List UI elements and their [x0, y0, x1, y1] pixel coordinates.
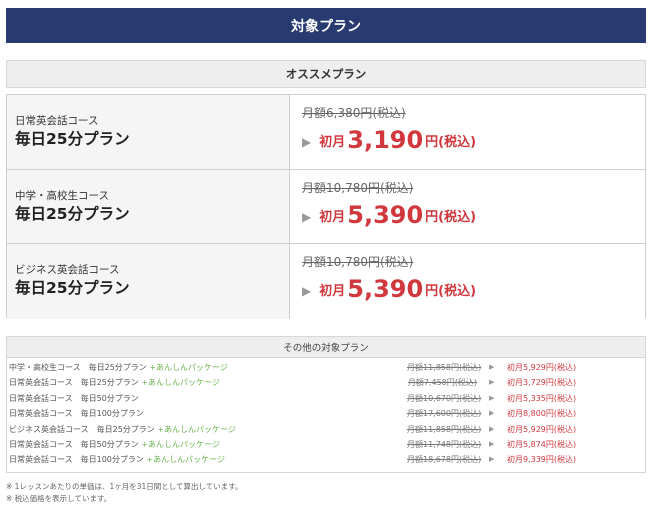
footnote: ※ 1レッスンあたりの単価は、1ヶ月を31日間として算出しています。	[6, 482, 243, 491]
page-header: 対象プラン	[6, 8, 646, 43]
other-plan-name: 日常英会話コース 毎日100分プラン	[9, 409, 144, 419]
other-plan-first-month-price: 初月3,729円(税込)	[507, 378, 577, 388]
other-plan-row: 中学・高校生コース 毎日25分プラン +あんしんパッケージ 月額11,858円(…	[7, 360, 645, 375]
triangle-right-icon: ▶	[489, 455, 495, 464]
other-plan-first-month-price: 初月5,929円(税込)	[507, 424, 577, 434]
triangle-right-icon: ▶	[489, 409, 495, 418]
other-plan-first-month-price: 初月8,800円(税込)	[507, 409, 577, 419]
other-plan-course: 日常英会話コース 毎日25分プラン +あんしんパッケージ	[9, 375, 220, 390]
triangle-right-icon: ▶	[489, 378, 495, 387]
recommended-plan-row: ビジネス英会話コース 毎日25分プラン 月額10,780円(税込) ▶ 初月 5…	[7, 244, 645, 319]
package-addon: +あんしんパッケージ	[157, 424, 236, 434]
other-plan-regular-price: 月額11,858円(税込)	[407, 424, 482, 434]
first-month-label: 初月	[319, 135, 346, 150]
other-plan-row: 日常英会話コース 毎日100分プラン 月額17,600円(税込) ▶ 初月8,8…	[7, 406, 645, 421]
first-month-offer: ▶ 初月 5,390 円(税込)	[302, 273, 645, 303]
other-plan-row: 日常英会話コース 毎日25分プラン +あんしんパッケージ 月額7,458円(税込…	[7, 375, 645, 390]
triangle-right-icon: ▶	[302, 135, 312, 149]
other-plan-course: 日常英会話コース 毎日100分プラン	[9, 406, 144, 421]
triangle-right-icon: ▶	[489, 424, 495, 433]
other-plan-row: 日常英会話コース 毎日100分プラン +あんしんパッケージ 月額18,678円(…	[7, 452, 645, 467]
course-name: 日常英会話コース	[15, 115, 99, 127]
regular-price: 月額6,380円(税込)	[302, 106, 406, 120]
other-plan-name: 中学・高校生コース 毎日25分プラン	[9, 363, 147, 372]
other-plan-row: 日常英会話コース 毎日50分プラン +あんしんパッケージ 月額11,748円(税…	[7, 437, 645, 452]
triangle-right-icon: ▶	[302, 284, 312, 299]
triangle-right-icon: ▶	[489, 363, 495, 371]
price-cell: 月額6,380円(税込) ▶ 初月 3,190 円(税込)	[290, 95, 645, 169]
other-plan-regular-price: 月額7,458円(税込)	[407, 378, 477, 388]
other-plan-name: ビジネス英会話コース 毎日25分プラン	[9, 424, 155, 434]
recommended-plan-row: 中学・高校生コース 毎日25分プラン 月額10,780円(税込) ▶ 初月 5,…	[7, 169, 645, 245]
package-addon: +あんしんパッケージ	[149, 363, 228, 372]
other-plan-name: 日常英会話コース 毎日50分プラン	[9, 439, 139, 449]
recommended-plan-title: オススメプラン	[285, 67, 367, 81]
other-plan-regular-price: 月額11,858円(税込)	[407, 363, 482, 372]
triangle-right-icon: ▶	[302, 209, 312, 224]
plan-info-cell: 中学・高校生コース 毎日25分プラン	[7, 169, 290, 244]
other-plan-regular-price: 月額10,670円(税込)	[407, 393, 482, 403]
other-plan-regular-price: 月額11,748円(税込)	[407, 439, 482, 449]
other-plan-regular-price: 月額18,678円(税込)	[407, 455, 482, 465]
regular-price: 月額10,780円(税込)	[302, 255, 414, 270]
triangle-right-icon: ▶	[489, 439, 495, 448]
first-month-unit: 円(税込)	[425, 209, 477, 225]
other-plan-course: ビジネス英会話コース 毎日25分プラン +あんしんパッケージ	[9, 422, 236, 437]
course-name: ビジネス英会話コース	[15, 264, 120, 277]
package-addon: +あんしんパッケージ	[141, 378, 220, 388]
plan-info-cell: 日常英会話コース 毎日25分プラン	[7, 95, 290, 169]
other-plan-name: 日常英会話コース 毎日25分プラン	[9, 378, 139, 388]
price-cell: 月額10,780円(税込) ▶ 初月 5,390 円(税込)	[290, 244, 645, 319]
other-plan-course: 日常英会話コース 毎日100分プラン +あんしんパッケージ	[9, 452, 225, 467]
other-plan-first-month-price: 初月9,339円(税込)	[507, 455, 577, 465]
first-month-unit: 円(税込)	[425, 284, 477, 300]
footnote: ※ 税込価格を表示しています。	[6, 494, 112, 503]
first-month-label: 初月	[319, 209, 346, 225]
triangle-right-icon: ▶	[489, 393, 495, 402]
other-plan-course: 日常英会話コース 毎日50分プラン	[9, 391, 139, 406]
other-plans-list: 中学・高校生コース 毎日25分プラン +あんしんパッケージ 月額11,858円(…	[6, 358, 646, 473]
plan-info-cell: ビジネス英会話コース 毎日25分プラン	[7, 244, 290, 319]
other-plan-course: 日常英会話コース 毎日50分プラン +あんしんパッケージ	[9, 437, 220, 452]
other-plan-first-month-price: 初月5,335円(税込)	[507, 393, 577, 403]
first-month-label: 初月	[319, 284, 346, 300]
plan-name: 毎日25分プラン	[15, 130, 130, 148]
other-plan-first-month-price: 初月5,929円(税込)	[507, 363, 577, 372]
other-plan-name: 日常英会話コース 毎日100分プラン	[9, 455, 144, 465]
other-plan-row: ビジネス英会話コース 毎日25分プラン +あんしんパッケージ 月額11,858円…	[7, 422, 645, 437]
recommended-plan-heading: オススメプラン	[6, 60, 646, 88]
other-plan-name: 日常英会話コース 毎日50分プラン	[9, 393, 139, 403]
regular-price: 月額10,780円(税込)	[302, 180, 414, 195]
plan-name: 毎日25分プラン	[15, 279, 130, 298]
recommended-plan-table: 日常英会話コース 毎日25分プラン 月額6,380円(税込) ▶ 初月 3,19…	[6, 94, 646, 319]
package-addon: +あんしんパッケージ	[146, 455, 225, 465]
other-plan-course: 中学・高校生コース 毎日25分プラン +あんしんパッケージ	[9, 360, 228, 375]
first-month-unit: 円(税込)	[425, 135, 477, 150]
recommended-plan-row: 日常英会話コース 毎日25分プラン 月額6,380円(税込) ▶ 初月 3,19…	[7, 95, 645, 170]
other-plans-heading: その他の対象プラン	[6, 336, 646, 358]
first-month-amount: 3,190	[347, 126, 424, 154]
first-month-amount: 5,390	[347, 275, 424, 304]
other-plans-title: その他の対象プラン	[283, 343, 369, 354]
first-month-offer: ▶ 初月 5,390 円(税込)	[302, 199, 645, 229]
page-title: 対象プラン	[291, 18, 361, 35]
course-name: 中学・高校生コース	[15, 189, 109, 202]
footnotes: ※ 1レッスンあたりの単価は、1ヶ月を31日間として算出しています。 ※ 税込価…	[6, 481, 243, 505]
first-month-offer: ▶ 初月 3,190 円(税込)	[302, 124, 645, 154]
other-plan-first-month-price: 初月5,874円(税込)	[507, 439, 577, 449]
first-month-amount: 5,390	[347, 200, 424, 229]
plan-name: 毎日25分プラン	[15, 204, 130, 223]
other-plan-row: 日常英会話コース 毎日50分プラン 月額10,670円(税込) ▶ 初月5,33…	[7, 391, 645, 406]
price-cell: 月額10,780円(税込) ▶ 初月 5,390 円(税込)	[290, 169, 645, 244]
other-plan-regular-price: 月額17,600円(税込)	[407, 409, 482, 419]
package-addon: +あんしんパッケージ	[141, 439, 220, 449]
